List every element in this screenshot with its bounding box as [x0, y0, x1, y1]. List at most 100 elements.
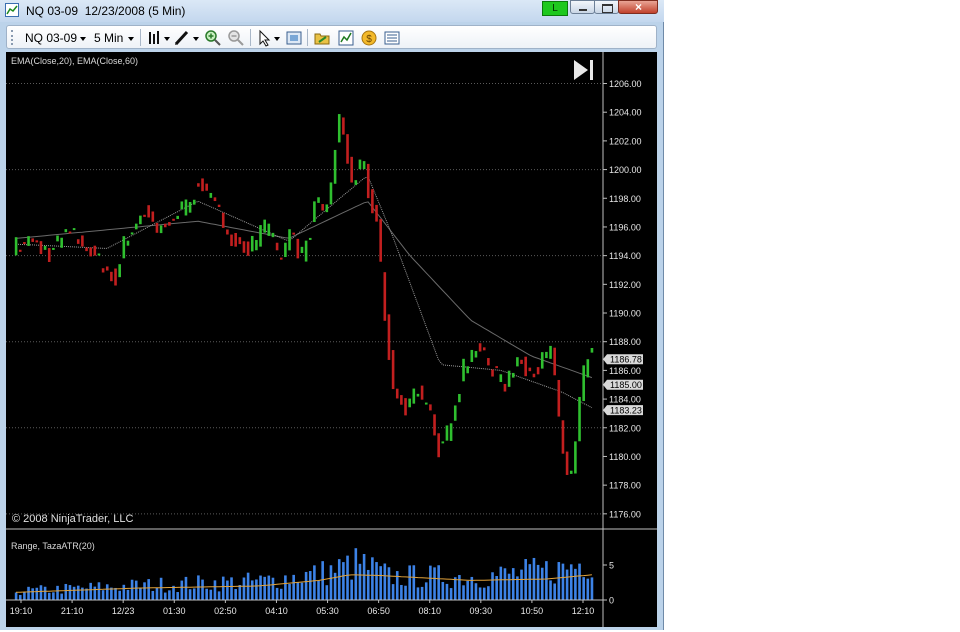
y-tick-label: 1180.00 — [609, 452, 641, 462]
candle-bar — [346, 134, 349, 164]
candle-bar — [565, 451, 569, 475]
range-bar — [462, 585, 465, 600]
interval-selector[interactable]: 5 Min — [94, 31, 123, 45]
range-bar — [60, 593, 63, 600]
properties-folder-icon[interactable] — [313, 29, 331, 47]
x-tick-label: 06:50 — [367, 606, 390, 616]
candle-bar — [250, 235, 254, 252]
range-bar — [47, 592, 51, 600]
candle-bar — [18, 249, 22, 252]
range-bar — [300, 582, 304, 600]
candle-bar — [400, 395, 403, 405]
candle-bar — [404, 398, 407, 416]
candle-bar — [271, 232, 275, 238]
candle-bar — [47, 248, 51, 262]
candle-bar — [487, 358, 490, 366]
candle-bar — [114, 268, 117, 286]
candle-bar — [242, 241, 246, 253]
range-bar — [420, 586, 424, 600]
scroll-to-end-icon — [590, 60, 593, 80]
y-tick-label: 1194.00 — [609, 251, 641, 261]
maximize-button[interactable] — [594, 0, 619, 14]
range-bar — [271, 577, 275, 600]
candle-bar — [259, 225, 262, 247]
indicators-icon[interactable] — [337, 29, 355, 47]
range-bar — [250, 580, 254, 600]
candle-bar — [226, 229, 229, 235]
interval-dropdown-icon[interactable] — [128, 37, 134, 41]
range-bar — [118, 590, 121, 600]
range-bar — [429, 565, 432, 600]
range-bar — [263, 576, 266, 600]
candle-bar — [520, 359, 523, 364]
range-bar — [507, 573, 511, 600]
chart-panel[interactable]: 1206.00 1204.00 1202.00 1200.00 1198.00 1196.… — [6, 52, 657, 627]
range-bar — [188, 589, 192, 600]
candle-bar — [540, 352, 544, 369]
range-bar — [391, 584, 395, 600]
toolbar-grip — [11, 30, 15, 45]
data-box-icon[interactable] — [285, 29, 303, 47]
price-marker-label: 1185.00 — [610, 380, 642, 390]
range-bar — [408, 565, 411, 600]
cursor-pointer-icon[interactable] — [256, 29, 274, 47]
x-tick-label: 21:10 — [61, 606, 84, 616]
y-tick-label: 0 — [609, 596, 614, 606]
range-bar — [147, 579, 150, 600]
x-tick-label: 19:10 — [10, 606, 33, 616]
candle-bar — [279, 257, 283, 260]
candle-bar — [56, 235, 59, 242]
range-bar — [416, 587, 420, 600]
range-bar — [52, 592, 55, 600]
candle-bar — [445, 425, 449, 441]
range-bar — [275, 587, 279, 600]
y-tick-label: 1206.00 — [609, 79, 642, 89]
drawing-dropdown-icon[interactable] — [193, 37, 199, 41]
candle-bar — [511, 372, 515, 378]
chart-canvas[interactable]: 1206.00 1204.00 1202.00 1200.00 1198.00 1196.… — [6, 52, 657, 627]
zoom-out-icon[interactable] — [227, 29, 245, 47]
range-bar — [474, 583, 478, 600]
candle-bar — [408, 398, 411, 408]
candle-bar — [317, 197, 320, 203]
range-bar — [453, 577, 457, 600]
candle-bar — [536, 367, 540, 375]
maximize-icon — [602, 4, 613, 13]
instrument-selector[interactable]: NQ 03-09 — [25, 31, 77, 45]
bar-style-icon[interactable] — [146, 29, 164, 47]
minimize-button[interactable] — [570, 0, 595, 14]
drawing-pencil-icon[interactable] — [173, 29, 191, 47]
candle-bar — [582, 365, 585, 402]
zoom-in-icon[interactable] — [204, 29, 222, 47]
price-marker-label: 1183.23 — [610, 406, 642, 416]
range-bar — [491, 572, 494, 600]
range-bar — [545, 561, 548, 600]
candle-bar — [159, 225, 163, 234]
range-bar — [255, 579, 258, 600]
candle-bar — [553, 347, 556, 376]
range-bar — [101, 590, 105, 600]
y-tick-label: 1202.00 — [609, 136, 642, 146]
strategies-coin-icon[interactable]: $ — [360, 29, 378, 47]
candle-bar — [499, 374, 503, 382]
cursor-dropdown-icon[interactable] — [274, 37, 280, 41]
range-bar — [184, 576, 188, 600]
candle-bar — [308, 237, 312, 240]
candle-bar — [43, 245, 47, 250]
instrument-dropdown-icon[interactable] — [80, 37, 86, 41]
title-bar[interactable]: NQ 03-09 12/23/2008 (5 Min) L × — [0, 0, 664, 22]
scroll-to-end-icon — [574, 60, 588, 80]
range-bar — [565, 569, 569, 600]
candle-bar — [76, 239, 80, 244]
range-bar — [366, 569, 370, 600]
chart-trader-icon[interactable] — [383, 29, 401, 47]
candle-bar — [495, 366, 498, 369]
candle-bar — [466, 366, 469, 374]
candle-bar — [557, 379, 561, 417]
bar-style-dropdown-icon[interactable] — [164, 37, 170, 41]
status-badge: L — [542, 1, 568, 16]
candle-bar — [238, 237, 242, 245]
close-button[interactable]: × — [618, 0, 658, 14]
range-bar — [337, 559, 341, 600]
range-bar — [487, 586, 490, 600]
